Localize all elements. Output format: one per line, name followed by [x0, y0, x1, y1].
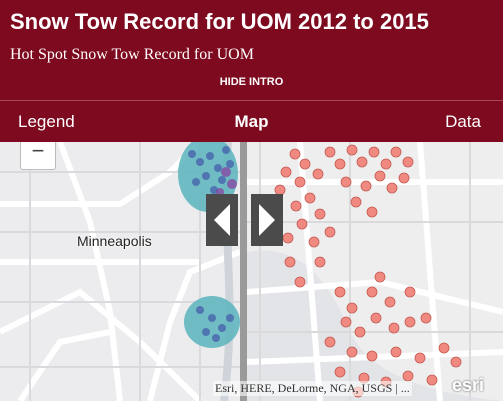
page-subtitle: Hot Spot Snow Tow Record for UOM: [10, 46, 254, 63]
page-title: Snow Tow Record for UOM 2012 to 2015: [10, 9, 429, 34]
esri-logo[interactable]: esri: [452, 375, 484, 396]
tab-bar: Legend Map Data: [0, 100, 503, 143]
tab-map[interactable]: Map: [0, 112, 503, 132]
swipe-left-button[interactable]: [206, 194, 238, 246]
map-view[interactable]: [0, 142, 503, 401]
app-header: Snow Tow Record for UOM 2012 to 2015 Hot…: [0, 0, 503, 100]
tab-data[interactable]: Data: [445, 112, 481, 132]
hide-intro-button[interactable]: HIDE INTRO: [0, 76, 503, 88]
triangle-right-icon: [259, 204, 275, 236]
zoom-out-button[interactable]: −: [20, 140, 56, 170]
basemap: [0, 142, 503, 401]
map-attribution[interactable]: Esri, HERE, DeLorme, NGA, USGS | ...: [213, 381, 412, 396]
map-place-label: Minneapolis: [77, 233, 152, 249]
triangle-left-icon: [214, 204, 230, 236]
swipe-right-button[interactable]: [251, 194, 283, 246]
